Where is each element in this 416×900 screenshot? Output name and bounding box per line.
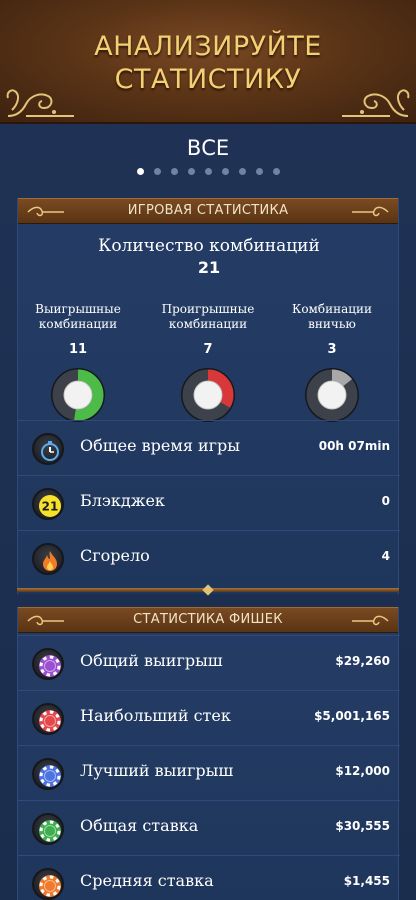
gauge-center xyxy=(63,380,93,410)
game-stats-header-label: ИГРОВАЯ СТАТИСТИКА xyxy=(127,203,289,218)
blue-chip-icon xyxy=(32,758,64,790)
game-stats-panel: ИГРОВАЯ СТАТИСТИКА Количество комбинаций… xyxy=(17,198,400,594)
chip-stat-value: $30,555 xyxy=(335,819,390,833)
gauge-value: 7 xyxy=(203,342,213,357)
chip-stats-header-label: СТАТИСТИКА ФИШЕК xyxy=(133,612,283,627)
blackjack-21-icon: 21 xyxy=(32,488,64,520)
page-dot[interactable] xyxy=(187,168,195,175)
page-dot[interactable] xyxy=(238,168,246,175)
gauge-label: Выигрышные комбинации xyxy=(18,302,138,334)
stat-label: Сгорело xyxy=(80,546,150,565)
page-indicator[interactable] xyxy=(0,168,416,176)
gauge-label-line1: Комбинации xyxy=(292,302,372,316)
red-chip-icon xyxy=(32,703,64,735)
chip-stats-panel: СТАТИСТИКА ФИШЕК Общий выигрыш $29,260 Наи… xyxy=(17,607,400,900)
donut-gauge xyxy=(181,368,235,422)
stat-value: 0 xyxy=(381,494,390,508)
chip-stat-label: Наибольший стек xyxy=(80,706,231,725)
combination-gauge: Комбинации вничью 3 xyxy=(272,302,392,423)
chip-stat-value: $5,001,165 xyxy=(314,709,390,723)
header-ornament-right-icon xyxy=(352,206,389,217)
stat-label: Общее время игры xyxy=(80,436,241,455)
game-stats-header: ИГРОВАЯ СТАТИСТИКА xyxy=(18,198,398,224)
chip-stat-row: Общая ставка $30,555 xyxy=(18,800,400,855)
donut-gauge xyxy=(51,368,105,422)
green-chip-icon xyxy=(32,813,64,845)
gauge-center xyxy=(193,380,223,410)
page-dot[interactable] xyxy=(272,168,280,175)
chip-stat-value: $1,455 xyxy=(343,874,390,888)
combination-gauge: Выигрышные комбинации 11 xyxy=(18,302,138,423)
header-banner: АНАЛИЗИРУЙТЕ СТАТИСТИКУ xyxy=(0,0,416,124)
gauge-label-line2: комбинации xyxy=(38,317,118,331)
blackjack-21-text: 21 xyxy=(42,500,59,514)
stopwatch-icon xyxy=(32,433,64,465)
page-dot[interactable] xyxy=(136,168,144,175)
chip-stat-label: Средняя ставка xyxy=(80,871,214,890)
page-dot[interactable] xyxy=(255,168,263,175)
gauge-label-line2: комбинации xyxy=(168,317,248,331)
donut-gauge xyxy=(305,368,359,422)
stat-row-blackjack: 21 Блэкджек 0 xyxy=(18,475,400,530)
chip-stat-label: Общая ставка xyxy=(80,816,199,835)
chip-stat-row: Лучший выигрыш $12,000 xyxy=(18,745,400,800)
chip-stat-row: Общий выигрыш $29,260 xyxy=(18,635,400,690)
chip-stat-value: $12,000 xyxy=(335,764,390,778)
scroll-ornament-right-icon xyxy=(342,89,410,117)
page-dot[interactable] xyxy=(221,168,229,175)
header-ornament-right-icon xyxy=(352,615,389,626)
chip-stat-row: Средняя ставка $1,455 xyxy=(18,855,400,900)
page-dot[interactable] xyxy=(170,168,178,175)
flame-icon xyxy=(32,543,64,575)
section-title: ВСЕ xyxy=(186,136,230,160)
stat-value: 4 xyxy=(381,549,390,563)
chip-stats-header: СТАТИСТИКА ФИШЕК xyxy=(18,607,398,633)
gauge-label: Проигрышные комбинации xyxy=(148,302,268,334)
header-ornament-left-icon xyxy=(27,615,64,626)
chip-stat-value: $29,260 xyxy=(335,654,390,668)
chip-stat-row: Наибольший стек $5,001,165 xyxy=(18,690,400,745)
gauge-label-line2: вничью xyxy=(308,317,356,331)
scroll-ornament-left-icon xyxy=(6,89,74,117)
purple-chip-icon xyxy=(32,648,64,680)
combinations-label: Количество комбинаций xyxy=(98,236,320,256)
orange-chip-icon xyxy=(32,868,64,900)
gauge-value: 3 xyxy=(327,342,337,357)
stat-value: 00h 07min xyxy=(318,439,390,453)
stat-row-busted: Сгорело 4 xyxy=(18,530,400,585)
gauge-center xyxy=(317,380,347,410)
page-dot[interactable] xyxy=(204,168,212,175)
header-ornament-left-icon xyxy=(27,206,64,217)
gauge-label: Комбинации вничью xyxy=(272,302,392,334)
gauge-label-line1: Выигрышные xyxy=(35,302,121,316)
gauge-value: 11 xyxy=(68,342,88,357)
combinations-value: 21 xyxy=(197,258,221,277)
chip-stat-label: Общий выигрыш xyxy=(80,651,223,670)
page-dot[interactable] xyxy=(153,168,161,175)
chip-stat-label: Лучший выигрыш xyxy=(80,761,234,780)
gauge-label-line1: Проигрышные xyxy=(161,302,255,316)
stat-row-play-time: Общее время игры 00h 07min xyxy=(18,420,400,475)
stat-label: Блэкджек xyxy=(80,491,165,510)
header-title-line1: АНАЛИЗИРУЙТЕ xyxy=(94,31,322,62)
combination-gauge: Проигрышные комбинации 7 xyxy=(148,302,268,423)
stats-content[interactable]: ВСЕ ИГРОВАЯ СТАТИСТИКА Количество комбин… xyxy=(0,124,416,900)
